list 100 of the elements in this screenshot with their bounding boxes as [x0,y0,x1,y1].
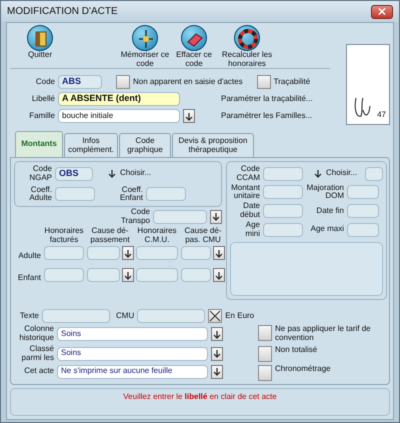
amount-field[interactable] [87,268,120,282]
code-field[interactable]: ABS [58,75,102,89]
close-icon [378,7,386,16]
link[interactable]: Paramétrer les Familles... [221,112,312,120]
text-field[interactable] [263,204,303,218]
arrow-down-icon [123,270,133,280]
field-label: Age maxi [310,225,344,234]
checkbox[interactable] [258,325,272,342]
tab[interactable]: Montants [15,131,63,157]
field-label: Date fin [315,206,344,216]
checkbox-label: Traçabilité [274,78,310,86]
link[interactable]: Choisir... [326,169,358,178]
thumbnail-caption: 47 [377,111,386,120]
toolbar-button[interactable]: Recalculer les honoraires [216,25,278,69]
amount-field[interactable] [136,268,178,282]
arrow-down-icon [212,330,222,339]
text-field[interactable] [263,185,303,200]
arrow-down-icon [212,349,222,358]
arrow-down-icon [123,248,133,258]
cross-icon [209,310,222,322]
column-header: Cause dé-passement [89,226,131,244]
amount-field[interactable] [181,268,211,282]
field-label: Coeff. Adulte [28,186,52,204]
arrow-down-icon [214,248,224,258]
arrow-down-icon [107,169,117,178]
code-field[interactable]: OBS [55,166,93,181]
checkbox-label: Chronométrage [275,364,332,374]
text-field[interactable] [42,309,110,324]
arrow-down-icon [214,270,224,280]
dropdown-button[interactable] [122,268,134,282]
dropdown-button[interactable] [183,109,195,123]
code-field[interactable] [153,210,207,224]
checkbox[interactable] [256,75,271,89]
close-button[interactable] [371,4,393,18]
arrow-down-icon [211,212,221,222]
arrow-down-icon [313,169,323,178]
dropdown-button[interactable] [211,327,223,342]
dropdown-button[interactable] [122,246,134,260]
code-field[interactable] [263,166,303,181]
amount-field[interactable] [44,268,84,282]
dropdown-button[interactable] [213,268,225,282]
amount-field[interactable] [44,246,84,260]
text-field[interactable] [347,222,379,237]
field-label: Code Transpo [120,208,150,226]
field-label: Cet acte [23,367,54,376]
dropdown-button[interactable] [211,346,223,361]
dropdown-button[interactable] [213,246,225,260]
field-label: Code NGAP [28,165,52,183]
arrow-down-icon [184,112,194,120]
dropdown-field[interactable]: Soins [57,327,208,342]
dropdown-field[interactable]: Soins [57,346,208,361]
label-field[interactable]: A ABSENTE (dent) [58,92,180,106]
coefficient-field[interactable] [146,187,186,202]
dropdown-button[interactable] [210,210,222,224]
window-title: MODIFICATION D'ACTE [7,6,118,17]
text-field[interactable] [347,185,379,200]
field-label: Age mini [244,220,260,238]
text-field[interactable] [365,166,384,181]
dropdown-button[interactable] [211,364,223,379]
dropdown-field[interactable]: Ne s'imprime sur aucune feuille [57,364,208,379]
field-label: Coeff. Enfant [118,186,143,204]
checkbox-label: En Euro [225,312,254,321]
checkbox[interactable] [258,364,272,381]
text-field[interactable] [347,204,379,218]
field-label: Libellé [30,94,55,104]
toolbar-button[interactable]: Effacer ce code [172,25,216,69]
row-label: Enfant [16,274,41,282]
checkbox[interactable] [116,75,130,89]
family-field[interactable]: bouche initiale [58,109,180,123]
column-header: Honoraires facturés [44,226,84,244]
tab[interactable]: Infos complément. [64,133,118,157]
field-label: Code [34,78,55,86]
field-label: Colonne historique [18,325,54,343]
amount-field[interactable] [136,246,178,260]
status-message: Veuillez entrer le libellé en clair de cet acte [10,388,390,416]
field-label: Date début [238,202,260,220]
field-label: Code CCAM [235,165,260,183]
tab[interactable]: Devis & proposition thérapeutique [172,133,254,157]
arrow-down-icon [212,367,222,376]
checkbox-label: Non apparent en saisie d'actes [133,78,243,86]
text-field[interactable] [263,222,303,237]
text-field[interactable] [137,309,206,324]
field-label: CMU [116,312,134,321]
checkbox[interactable] [258,346,272,362]
link[interactable]: Choisir... [120,169,152,178]
field-label: Classé parmi les [20,344,54,363]
amount-field[interactable] [87,246,120,260]
column-header: Cause dé-pas. CMU [184,226,222,244]
checkbox[interactable] [208,309,222,324]
tab[interactable]: Code graphique [119,133,171,157]
field-label: Montant unitaire [230,184,260,202]
text-area[interactable] [230,242,384,296]
field-label: Famille [28,112,55,120]
coefficient-field[interactable] [55,187,95,202]
checkbox-label: Non totalisé [275,346,318,355]
link[interactable]: Paramétrer la traçabilité... [221,94,313,104]
field-label: Texte [18,312,39,321]
toolbar-button[interactable]: Mémoriser ce code [120,25,170,69]
checkbox-label: Ne pas appliquer le tarif de convention [275,325,372,343]
amount-field[interactable] [181,246,211,260]
